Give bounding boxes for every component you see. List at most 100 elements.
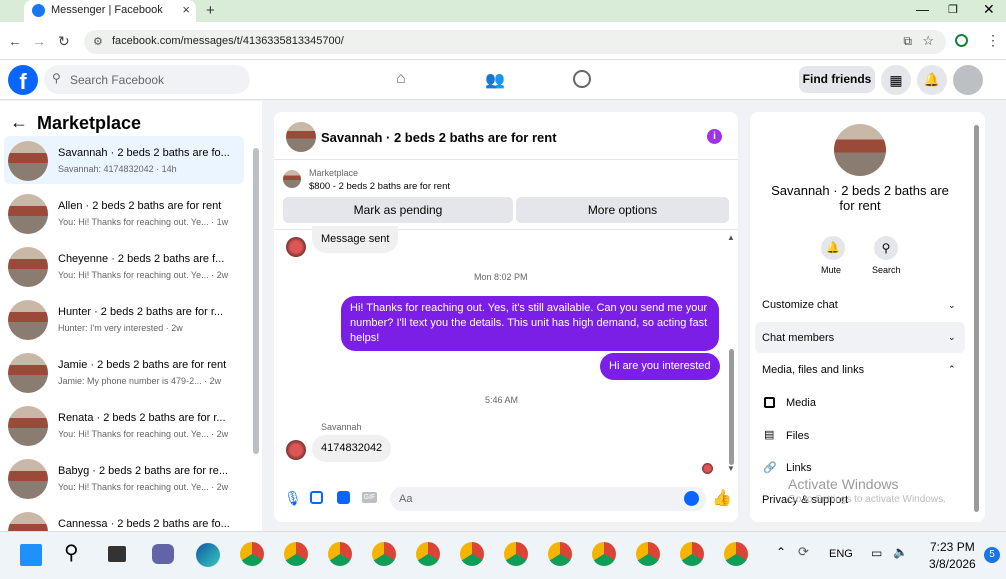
conversation-name: Savannah · 2 beds 2 baths are fo... [58,147,230,159]
sent-message-bubble: Hi! Thanks for reaching out. Yes, it's s… [341,296,719,351]
menu-grid-icon[interactable]: ▦ [881,65,911,95]
chrome-taskbar-icon[interactable] [416,542,440,566]
find-friends-button[interactable]: Find friends [799,66,875,93]
chrome-taskbar-icon[interactable] [724,542,748,566]
emoji-icon[interactable] [684,491,699,506]
conversation-item[interactable]: Savannah · 2 beds 2 baths are fo... Savan… [4,136,244,184]
home-icon[interactable]: ⌂ [396,70,406,88]
scroll-down-icon[interactable]: ▼ [727,464,735,473]
mark-as-pending-button[interactable]: Mark as pending [283,197,513,223]
reload-icon[interactable]: ↻ [58,33,70,50]
files-row[interactable]: Files [786,430,809,442]
friends-icon[interactable]: 👥 [485,70,505,90]
profile-icon[interactable] [955,34,968,47]
browser-tab[interactable]: Messenger | Facebook × [24,0,196,22]
minimize-icon[interactable]: — [916,2,929,17]
timestamp: Mon 8:02 PM [474,272,528,282]
read-receipt-avatar [702,463,713,474]
chrome-taskbar-icon[interactable] [284,542,308,566]
start-button-icon[interactable] [20,544,42,566]
chrome-taskbar-icon[interactable] [460,542,484,566]
media-row[interactable]: Media [786,397,816,409]
conversation-avatar [8,300,48,340]
task-view-icon[interactable] [108,546,126,562]
install-icon[interactable]: ⧉ [903,34,912,49]
chrome-taskbar-icon[interactable] [504,542,528,566]
chrome-taskbar-icon[interactable] [592,542,616,566]
clock-date[interactable]: 3/8/2026 [929,557,976,571]
conversation-item[interactable]: Cheyenne · 2 beds 2 baths are f... You: H… [4,242,244,290]
conversation-name: Cannessa · 2 beds 2 baths are fo... [58,518,230,530]
chat-members-label: Chat members [762,332,835,344]
search-chat-icon[interactable]: ⚲ [874,236,898,260]
forward-icon[interactable]: → [32,33,46,49]
conversation-item[interactable]: Hunter · 2 beds 2 baths are for r... Hunt… [4,295,244,343]
message-bubble: Message sent [312,226,399,253]
new-tab-icon[interactable]: + [206,2,215,19]
restore-icon[interactable]: ❐ [948,3,958,16]
chat-avatar[interactable] [286,122,316,152]
window-close-icon[interactable]: ✕ [983,1,995,18]
teams-icon[interactable] [152,544,174,564]
chrome-taskbar-icon[interactable] [680,542,704,566]
conversation-item[interactable]: Jamie · 2 beds 2 baths are for rent Jamie… [4,348,244,396]
links-row[interactable]: Links [786,462,812,474]
site-info-icon[interactable]: ⚙ [93,35,103,48]
photo-icon[interactable] [310,491,323,504]
sticker-icon[interactable] [337,491,350,504]
search-input[interactable]: ⚲ Search Facebook [44,65,250,94]
conversation-item[interactable]: Babyg · 2 beds 2 baths are for re... You:… [4,454,244,502]
mute-label: Mute [821,265,842,275]
back-arrow-icon[interactable]: ← [10,112,28,133]
listing-thumbnail[interactable] [283,170,301,188]
network-icon[interactable]: ▭ [871,546,882,560]
tray-sync-icon[interactable]: ⟳ [798,544,809,560]
menu-icon[interactable]: ⋮ [986,32,1000,49]
edge-icon[interactable] [196,543,220,567]
groups-icon[interactable] [573,70,591,88]
facebook-logo-icon[interactable]: f [8,65,38,95]
chat-scrollbar[interactable] [729,349,734,465]
conversation-item[interactable]: Allen · 2 beds 2 baths are for rent You: … [4,189,244,237]
volume-icon[interactable]: 🔈 [893,545,908,559]
listing-title[interactable]: $800 - 2 beds 2 baths are for rent [309,181,450,192]
like-thumb-icon[interactable]: 👍 [712,488,732,508]
chrome-taskbar-icon[interactable] [636,542,660,566]
omnibox[interactable]: ⚙ facebook.com/messages/t/41363358133457… [84,30,946,54]
tray-chevron-up-icon[interactable]: ⌃ [776,545,786,559]
language-indicator[interactable]: ENG [829,548,853,560]
search-taskbar-icon[interactable]: ⚲ [64,540,79,565]
customize-chat-row[interactable]: Customize chat [762,299,838,311]
chrome-taskbar-icon[interactable] [240,542,264,566]
left-scrollbar[interactable] [253,148,259,454]
info-icon[interactable]: i [707,129,722,144]
conversation-name: Cheyenne · 2 beds 2 baths are f... [58,253,225,265]
gif-icon[interactable]: GIF [362,492,377,503]
timestamp: 5:46 AM [485,395,519,405]
chat-title[interactable]: Savannah · 2 beds 2 baths are for rent [321,130,557,145]
microphone-icon[interactable]: 🎙 [284,490,302,507]
chrome-taskbar-icon[interactable] [372,542,396,566]
message-input[interactable]: Aa [390,487,706,511]
sender-avatar [286,237,306,257]
chrome-taskbar-icon[interactable] [548,542,572,566]
mute-bell-icon[interactable]: 🔔 [821,236,845,260]
chrome-taskbar-icon[interactable] [328,542,352,566]
scroll-up-icon[interactable]: ▲ [727,233,735,242]
notification-badge[interactable]: 5 [984,547,1000,563]
notifications-bell-icon[interactable]: 🔔 [917,65,947,95]
right-scrollbar[interactable] [974,125,979,512]
bookmark-star-icon[interactable]: ☆ [922,33,934,49]
marketplace-label: Marketplace [309,168,359,178]
media-files-links-row[interactable]: Media, files and links [762,364,864,376]
account-avatar[interactable] [953,65,983,95]
clock-time[interactable]: 7:23 PM [930,540,975,554]
profile-avatar[interactable] [834,124,886,176]
conversation-snippet: Hunter: I'm very interested · 2w [58,323,183,333]
tab-title: Messenger | Facebook [51,4,163,16]
conversation-snippet: You: Hi! Thanks for reaching out. Ye... … [58,482,229,492]
close-tab-icon[interactable]: × [182,2,190,17]
back-icon[interactable]: ← [8,33,22,49]
more-options-button[interactable]: More options [516,197,729,223]
conversation-item[interactable]: Renata · 2 beds 2 baths are for r... You:… [4,401,244,449]
